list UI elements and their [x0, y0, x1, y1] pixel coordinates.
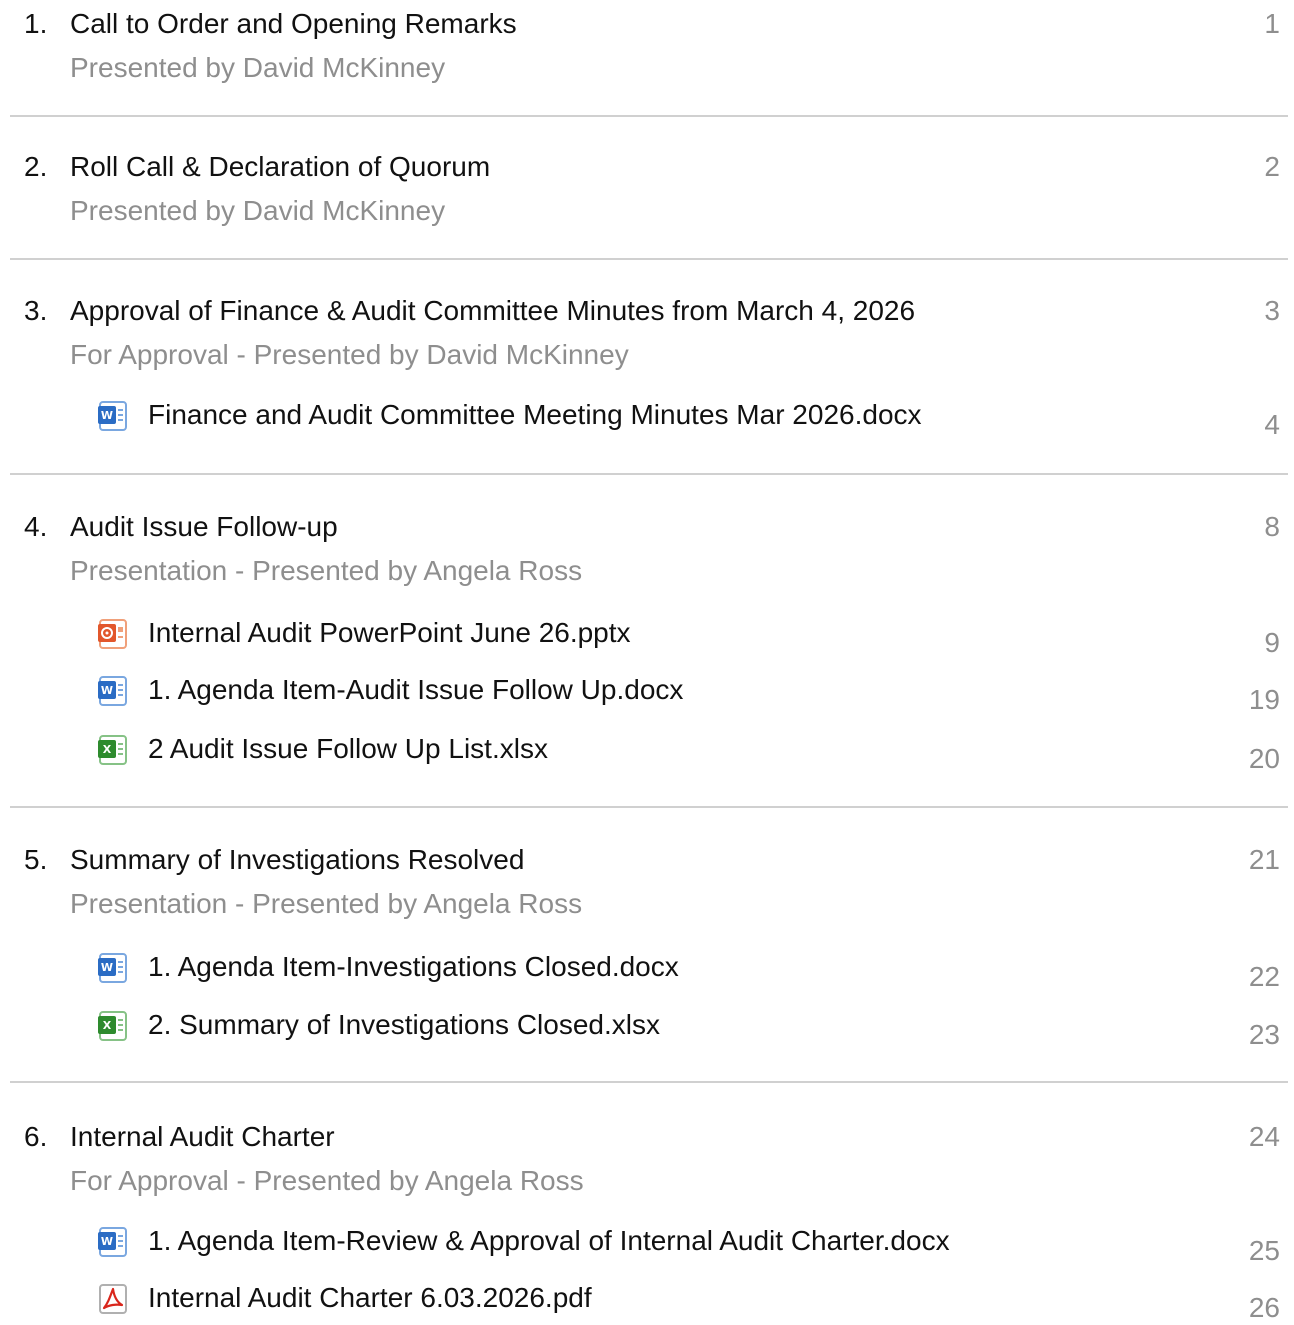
- item-title[interactable]: Roll Call & Declaration of Quorum: [70, 150, 490, 184]
- attachment-page-number: 19: [1248, 684, 1280, 715]
- item-divider: [10, 258, 1288, 260]
- attachment-row[interactable]: W 1. Agenda Item-Audit Issue Follow Up.d…: [0, 673, 1294, 715]
- item-page-number: 1: [1264, 8, 1280, 39]
- attachment-name[interactable]: 1. Agenda Item-Investigations Closed.doc…: [148, 950, 679, 984]
- svg-text:W: W: [101, 684, 113, 697]
- pdf-doc-icon: [99, 1284, 127, 1314]
- word-doc-icon: W: [98, 1227, 127, 1257]
- attachment-name[interactable]: Finance and Audit Committee Meeting Minu…: [148, 398, 922, 432]
- item-number: 3.: [24, 295, 48, 326]
- attachment-page-number: 4: [1264, 409, 1280, 440]
- item-divider: [10, 473, 1288, 475]
- attachment-page-number: 26: [1248, 1292, 1280, 1323]
- item-number: 4.: [24, 511, 48, 542]
- word-doc-icon: W: [98, 953, 127, 983]
- item-title[interactable]: Call to Order and Opening Remarks: [70, 7, 517, 41]
- attachment-page-number: 25: [1248, 1235, 1280, 1266]
- attachment-row[interactable]: W Finance and Audit Committee Meeting Mi…: [0, 398, 1294, 440]
- attachment-name[interactable]: 1. Agenda Item-Audit Issue Follow Up.doc…: [148, 673, 683, 707]
- item-presenter: Presented by David McKinney: [70, 52, 446, 83]
- attachment-name[interactable]: Internal Audit PowerPoint June 26.pptx: [148, 616, 631, 650]
- svg-text:W: W: [101, 1235, 113, 1248]
- item-presenter: For Approval - Presented by Angela Ross: [70, 1165, 584, 1196]
- item-number: 1.: [24, 8, 48, 39]
- powerpoint-doc-icon: [98, 619, 127, 649]
- attachment-name[interactable]: 2. Summary of Investigations Closed.xlsx: [148, 1008, 660, 1042]
- item-page-number: 8: [1264, 511, 1280, 542]
- item-presenter: For Approval - Presented by David McKinn…: [70, 339, 629, 370]
- item-page-number: 2: [1264, 151, 1280, 182]
- item-number: 2.: [24, 151, 48, 182]
- item-divider: [10, 1081, 1288, 1083]
- attachment-name[interactable]: 1. Agenda Item-Review & Approval of Inte…: [148, 1224, 950, 1258]
- word-doc-icon: W: [98, 676, 127, 706]
- excel-doc-icon: X: [98, 1011, 127, 1041]
- attachment-page-number: 23: [1248, 1019, 1280, 1050]
- item-title[interactable]: Approval of Finance & Audit Committee Mi…: [70, 294, 915, 328]
- attachment-page-number: 22: [1248, 961, 1280, 992]
- svg-text:X: X: [103, 743, 112, 756]
- item-divider: [10, 115, 1288, 117]
- item-presenter: Presentation - Presented by Angela Ross: [70, 555, 583, 586]
- attachment-page-number: 20: [1248, 743, 1280, 774]
- attachment-row[interactable]: Internal Audit PowerPoint June 26.pptx 9: [0, 616, 1294, 658]
- item-page-number: 24: [1248, 1121, 1280, 1152]
- item-number: 5.: [24, 844, 48, 875]
- item-title[interactable]: Internal Audit Charter: [70, 1120, 335, 1154]
- attachment-name[interactable]: Internal Audit Charter 6.03.2026.pdf: [148, 1281, 592, 1315]
- svg-text:W: W: [101, 961, 113, 974]
- svg-text:W: W: [101, 409, 113, 422]
- attachment-name[interactable]: 2 Audit Issue Follow Up List.xlsx: [148, 732, 548, 766]
- word-doc-icon: W: [98, 401, 127, 431]
- item-page-number: 3: [1264, 295, 1280, 326]
- item-divider: [10, 806, 1288, 808]
- attachment-row[interactable]: Internal Audit Charter 6.03.2026.pdf 26: [0, 1281, 1294, 1323]
- svg-text:X: X: [103, 1019, 112, 1032]
- attachment-row[interactable]: W 1. Agenda Item-Review & Approval of In…: [0, 1224, 1294, 1266]
- attachment-row[interactable]: X 2 Audit Issue Follow Up List.xlsx 20: [0, 732, 1294, 774]
- item-number: 6.: [24, 1121, 48, 1152]
- attachment-row[interactable]: X 2. Summary of Investigations Closed.xl…: [0, 1008, 1294, 1050]
- item-presenter: Presented by David McKinney: [70, 195, 446, 226]
- item-page-number: 21: [1248, 844, 1280, 875]
- excel-doc-icon: X: [98, 735, 127, 765]
- item-title[interactable]: Summary of Investigations Resolved: [70, 843, 524, 877]
- item-title[interactable]: Audit Issue Follow-up: [70, 510, 338, 544]
- attachment-row[interactable]: W 1. Agenda Item-Investigations Closed.d…: [0, 950, 1294, 992]
- item-presenter: Presentation - Presented by Angela Ross: [70, 888, 583, 919]
- attachment-page-number: 9: [1264, 627, 1280, 658]
